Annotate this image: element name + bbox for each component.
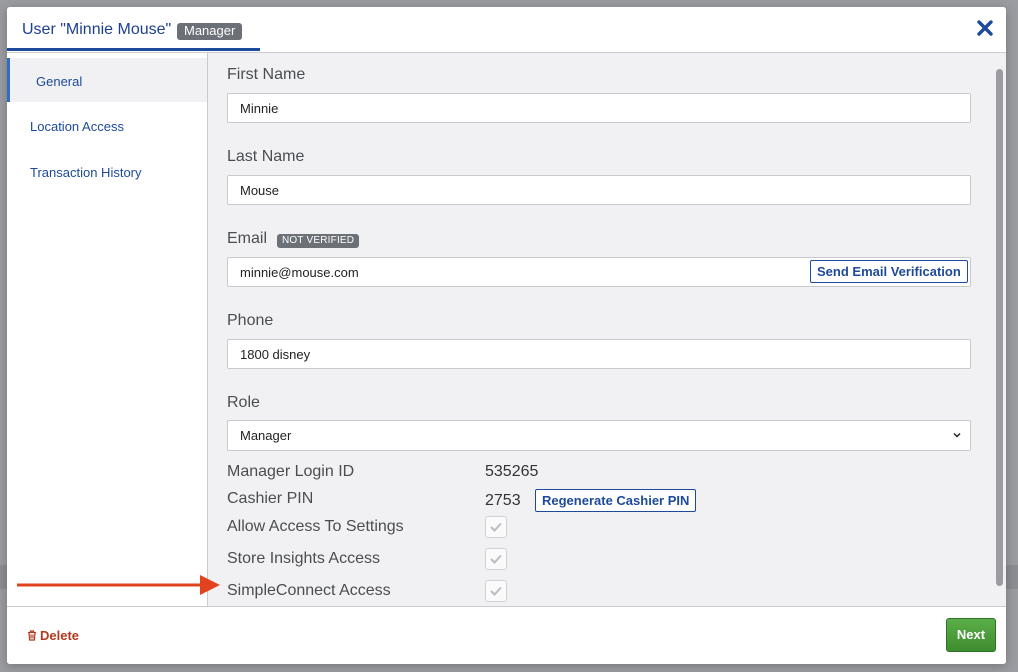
modal-header: User "Minnie Mouse" Manager [7,7,1006,53]
checkmark-icon [490,554,502,564]
title-tab: User "Minnie Mouse" Manager [7,7,260,51]
delete-label: Delete [40,628,80,643]
modal-footer: Delete Next [7,606,1006,664]
simpleconnect-access-label: SimpleConnect Access [227,582,391,599]
trash-icon [28,630,36,641]
sidebar-item-transaction-history[interactable]: Transaction History [7,149,207,193]
first-name-label: First Name [227,66,306,83]
manager-login-id-value: 535265 [485,463,539,480]
user-edit-modal: User "Minnie Mouse" Manager General Loca… [7,7,1006,664]
not-verified-badge: NOT VERIFIED [277,234,360,248]
next-button[interactable]: Next [946,618,996,652]
delete-button[interactable]: Delete [27,628,79,643]
modal-title: User "Minnie Mouse" [22,21,172,38]
cashier-pin-label: Cashier PIN [227,490,314,507]
role-select-value: Manager [240,428,292,443]
sidebar: General Location Access Transaction Hist… [7,53,208,606]
allow-access-settings-label: Allow Access To Settings [227,518,404,535]
role-label: Role [227,394,260,411]
chevron-down-icon [953,432,961,438]
email-label: Email [227,230,268,247]
email-value: minnie@mouse.com [240,265,359,280]
phone-field[interactable]: 1800 disney [227,339,971,369]
scrollbar[interactable] [996,69,1003,586]
regenerate-cashier-pin-button[interactable]: Regenerate Cashier PIN [535,489,697,512]
send-email-verification-button[interactable]: Send Email Verification [810,260,968,283]
close-icon [977,20,993,36]
simpleconnect-access-checkbox[interactable] [485,580,507,602]
sidebar-item-label: Location Access [30,119,124,134]
last-name-field[interactable]: Mouse [227,175,971,205]
cashier-pin-value: 2753 [485,492,521,509]
store-insights-access-checkbox[interactable] [485,548,507,570]
last-name-label: Last Name [227,148,305,165]
manager-login-id-label: Manager Login ID [227,463,355,480]
allow-access-settings-checkbox[interactable] [485,516,507,538]
sidebar-item-location-access[interactable]: Location Access [7,103,207,147]
sidebar-item-general[interactable]: General [7,58,207,102]
checkmark-icon [490,522,502,532]
sidebar-item-label: Transaction History [30,165,142,180]
role-badge: Manager [177,23,243,40]
store-insights-access-label: Store Insights Access [227,550,380,567]
first-name-field[interactable]: Minnie [227,93,971,123]
checkmark-icon [490,586,502,596]
arrow-right-icon [17,575,220,595]
phone-label: Phone [227,312,274,329]
close-button[interactable] [976,19,994,37]
general-form: First Name Minnie Last Name Mouse Email … [208,53,1006,606]
sidebar-item-label: General [36,74,83,89]
role-select[interactable]: Manager [227,420,971,451]
